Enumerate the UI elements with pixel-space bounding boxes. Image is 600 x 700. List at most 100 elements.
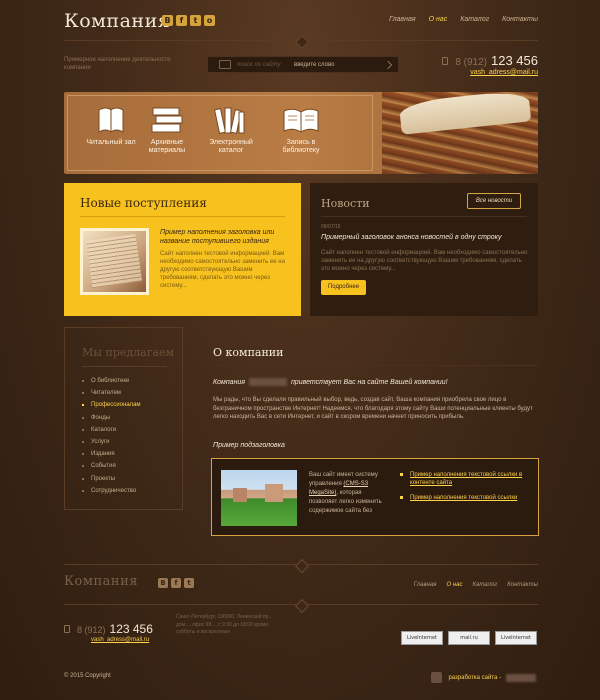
mailru-counter[interactable]: mail.ru bbox=[448, 631, 490, 645]
vk-icon[interactable]: В bbox=[158, 578, 168, 588]
developer-credit[interactable]: разработка сайта - bbox=[431, 672, 538, 683]
sidebar-item-label: О библиотеке bbox=[91, 378, 130, 385]
phone-icon bbox=[442, 57, 449, 65]
phone-number: 123 456 bbox=[109, 622, 153, 636]
developer-logo-icon bbox=[431, 672, 443, 683]
nav-home[interactable]: Главная bbox=[389, 16, 415, 23]
sidebar-item-publications[interactable]: Издания bbox=[82, 448, 141, 460]
about-paragraph: Мы рады, что Вы сделали правильный выбор… bbox=[213, 397, 533, 420]
example-links: Пример наполнения текстовой ссылки в кон… bbox=[400, 471, 532, 509]
book-pages-illustration bbox=[85, 233, 143, 289]
sidebar-item-cooperation[interactable]: Сотрудничество bbox=[82, 485, 141, 497]
new-arrival-heading[interactable]: Пример наполнения заголовка или название… bbox=[160, 228, 290, 246]
footer-divider-top bbox=[64, 564, 538, 570]
sidebar-item-label: Фонды bbox=[91, 414, 111, 421]
copyright: © 2015 Copyright bbox=[64, 673, 111, 679]
email-link[interactable]: vash_adress@mail.ru bbox=[91, 637, 153, 643]
book-search-icon bbox=[219, 60, 231, 69]
all-news-button[interactable]: Все новости bbox=[467, 193, 521, 209]
search-input[interactable] bbox=[294, 61, 374, 68]
footer-nav: Главная О нас Каталог Контакты bbox=[414, 582, 538, 588]
books-rack-icon bbox=[213, 107, 245, 134]
category-label: Запись в библиотеку bbox=[282, 139, 320, 154]
twitter-icon[interactable]: t bbox=[184, 578, 194, 588]
building-shape bbox=[265, 484, 283, 502]
search-arrow-icon[interactable] bbox=[383, 60, 393, 70]
page: Компания В f t о Главная О нас Каталог К… bbox=[0, 0, 600, 700]
divider bbox=[80, 216, 285, 217]
bullet-icon bbox=[82, 392, 84, 395]
email-link[interactable]: vash_adress@mail.ru bbox=[442, 69, 538, 76]
bullet-icon bbox=[82, 404, 84, 407]
footer-logo[interactable]: Компания bbox=[64, 574, 138, 589]
books-photo bbox=[382, 92, 538, 174]
header-phone: 8 (912) 123 456 vash_adress@mail.ru bbox=[442, 53, 538, 76]
facebook-icon[interactable]: f bbox=[176, 15, 187, 26]
nav-contacts[interactable]: Контакты bbox=[507, 582, 538, 588]
liveinternet-counter[interactable]: LiveInternet bbox=[401, 631, 443, 645]
bullet-icon bbox=[400, 473, 403, 476]
sidebar-item-readers[interactable]: Читателям bbox=[82, 387, 141, 399]
divider bbox=[213, 365, 538, 366]
category-label: Архивные материалы bbox=[148, 139, 186, 154]
sidebar-item-projects[interactable]: Проекты bbox=[82, 473, 141, 485]
news-date: 09/07/15 bbox=[321, 224, 341, 230]
category-registration[interactable]: Запись в библиотеку bbox=[271, 104, 331, 155]
open-book-illustration bbox=[398, 92, 532, 135]
bullet-icon bbox=[82, 380, 84, 383]
books-stack-icon bbox=[151, 107, 183, 133]
welcome-company: Компания bbox=[213, 378, 246, 386]
nav-about[interactable]: О нас bbox=[429, 16, 448, 23]
nav-contacts[interactable]: Контакты bbox=[502, 16, 538, 23]
category-e-catalog[interactable]: Электронный каталог bbox=[201, 104, 261, 155]
nav-catalog[interactable]: Каталог bbox=[472, 582, 497, 588]
link-text: Пример наполнения текстовой ссылки в кон… bbox=[410, 472, 523, 486]
sidebar-item-funds[interactable]: Фонды bbox=[82, 412, 141, 424]
site-logo[interactable]: Компания bbox=[64, 10, 170, 32]
category-label: Читальный зал bbox=[86, 139, 136, 146]
sidebar-item-about-library[interactable]: О библиотеке bbox=[82, 375, 141, 387]
sidebar-item-services[interactable]: Услуги bbox=[82, 436, 141, 448]
sidebar-item-professionals[interactable]: Профессионалам bbox=[82, 399, 141, 411]
example-link[interactable]: Пример наполнения текстовой ссылки в кон… bbox=[400, 471, 532, 487]
liveinternet-counter[interactable]: LiveInternet bbox=[495, 631, 537, 645]
category-reading-room[interactable]: Читальный зал bbox=[81, 104, 141, 147]
book-write-icon bbox=[283, 108, 319, 133]
address: Санкт-Петербург, 190000, Ленинский пр., … bbox=[176, 614, 272, 635]
sidebar-item-label: Сотрудничество bbox=[91, 487, 137, 494]
nav-about[interactable]: О нас bbox=[446, 582, 462, 588]
bullet-icon bbox=[400, 496, 403, 499]
twitter-icon[interactable]: t bbox=[190, 15, 201, 26]
nav-home[interactable]: Главная bbox=[414, 582, 437, 588]
header-divider bbox=[64, 40, 538, 46]
news-title: Новости bbox=[321, 197, 370, 210]
footer-social-links: В f t bbox=[158, 578, 194, 588]
sidebar-item-events[interactable]: События bbox=[82, 460, 141, 472]
new-arrival-image[interactable] bbox=[80, 228, 149, 295]
search-bar: поиск по сайту: bbox=[207, 56, 399, 73]
nav-catalog[interactable]: Каталог bbox=[460, 16, 489, 23]
counters: LiveInternet mail.ru LiveInternet bbox=[401, 631, 537, 645]
bullet-icon bbox=[82, 489, 84, 492]
example-text: Ваш сайт имеет систему управления (CMS-S… bbox=[309, 471, 385, 516]
header: Компания В f t о Главная О нас Каталог К… bbox=[0, 0, 600, 90]
sidebar: Мы предлагаем О библиотеке Читателям Про… bbox=[64, 327, 183, 510]
about-title: О компании bbox=[213, 346, 284, 359]
sidebar-item-catalogs[interactable]: Каталоги bbox=[82, 424, 141, 436]
vk-icon[interactable]: В bbox=[162, 15, 173, 26]
phone-number: 123 456 bbox=[491, 53, 538, 68]
developer-label: разработка сайта - bbox=[448, 674, 501, 681]
sidebar-item-label: Профессионалам bbox=[91, 402, 141, 409]
social-links: В f t о bbox=[162, 15, 215, 26]
category-archive[interactable]: Архивные материалы bbox=[137, 104, 197, 155]
sidebar-item-label: Издания bbox=[91, 451, 115, 458]
news-text: Сайт наполнен тестовой информацией. Вам … bbox=[321, 250, 528, 272]
odnoklassniki-icon[interactable]: о bbox=[204, 15, 215, 26]
more-button[interactable]: Подробнее bbox=[321, 280, 366, 295]
news-panel: Новости Все новости 09/07/15 Примерный з… bbox=[310, 183, 538, 316]
bullet-icon bbox=[82, 416, 84, 419]
news-heading[interactable]: Примерный заголовок анонса новостей в од… bbox=[321, 234, 527, 241]
facebook-icon[interactable]: f bbox=[171, 578, 181, 588]
example-link[interactable]: Пример наполнения текстовой ссылки bbox=[400, 494, 532, 502]
city-park-image bbox=[221, 470, 297, 526]
